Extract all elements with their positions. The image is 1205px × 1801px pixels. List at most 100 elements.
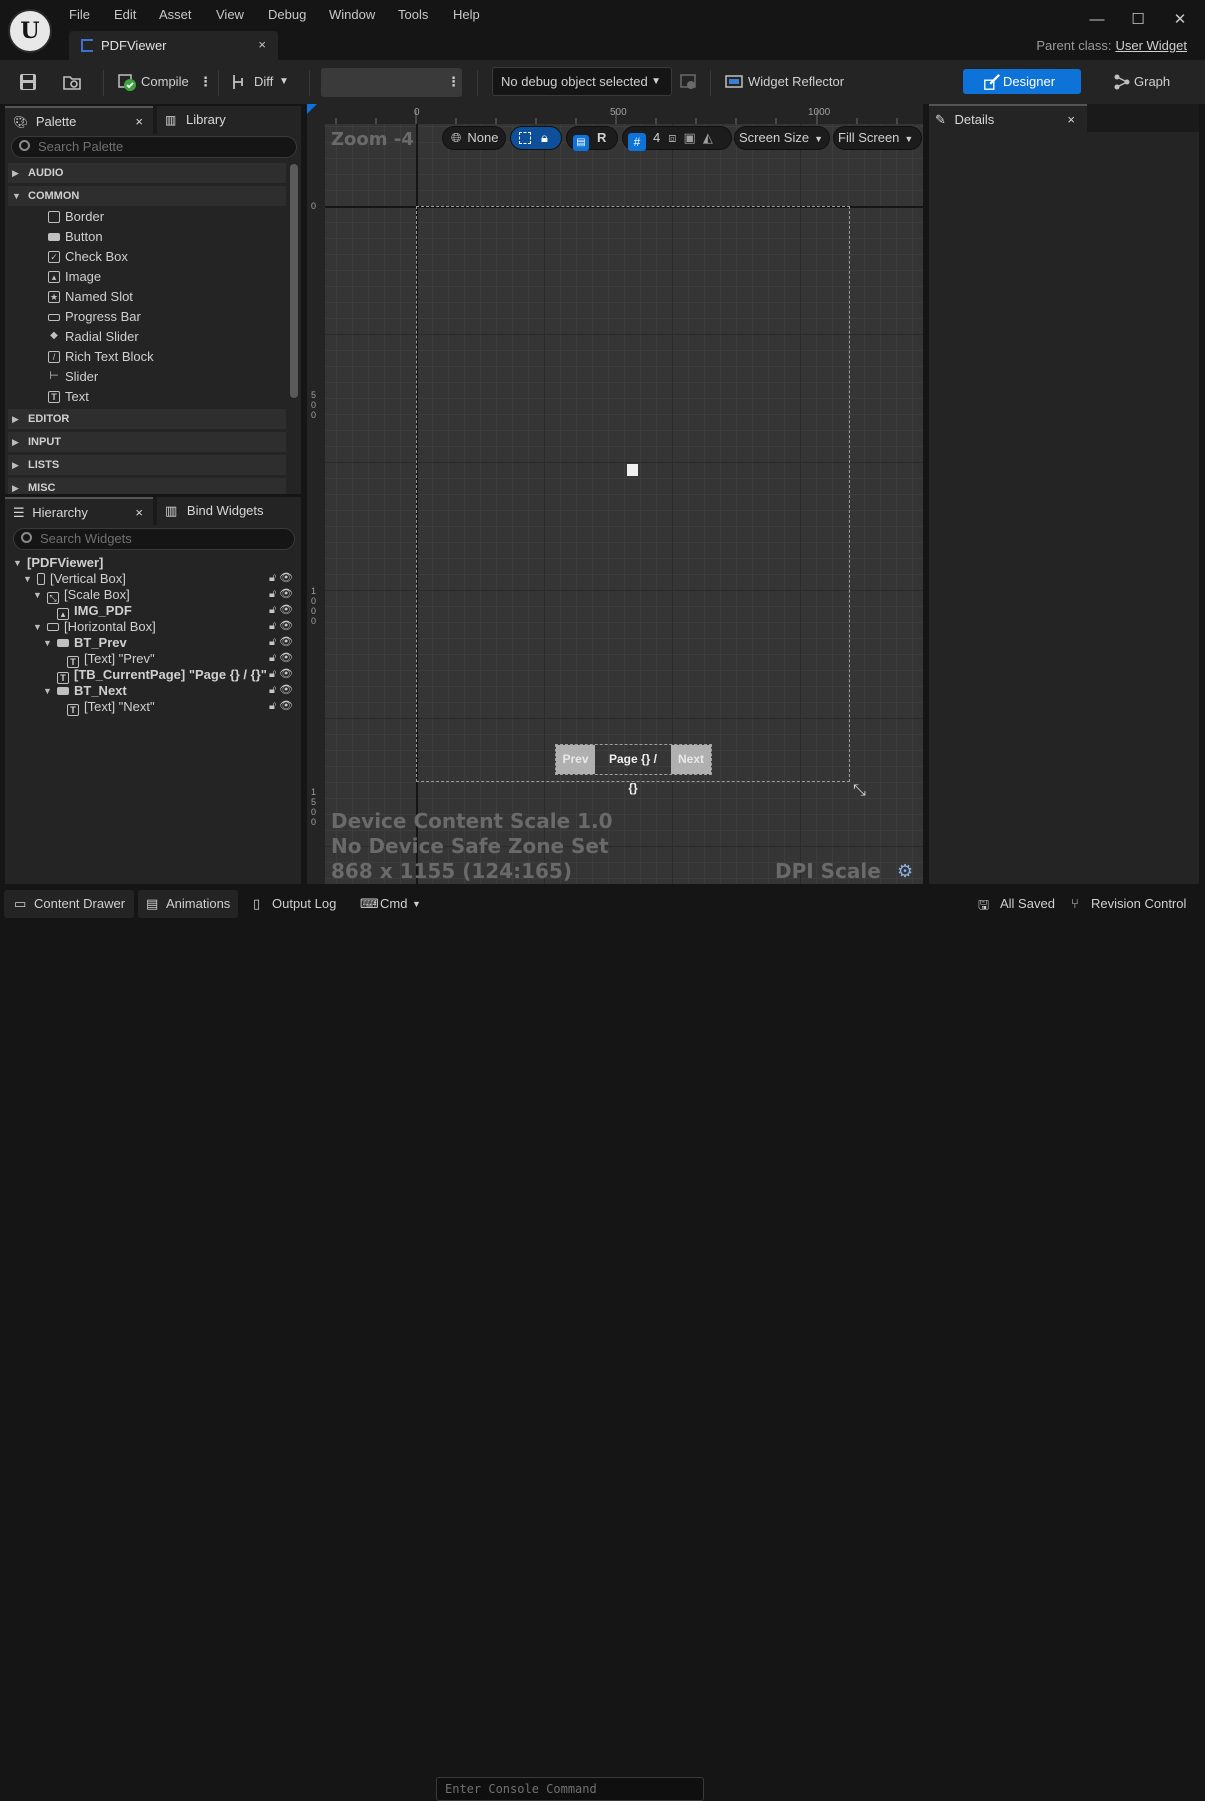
hierarchy-item-vertical-box[interactable]: [Vertical Box]: [37, 571, 126, 587]
hierarchy-item-pdfviewer[interactable]: [PDFViewer]: [27, 555, 103, 571]
palette-search-input[interactable]: Search Palette: [11, 136, 297, 158]
designer-button[interactable]: Designer: [963, 69, 1081, 94]
compile-button[interactable]: Compile: [141, 74, 189, 89]
menu-file[interactable]: File: [69, 7, 90, 22]
content-drawer-button[interactable]: Content Drawer: [34, 896, 125, 911]
palette-item-rich-text-block[interactable]: / Rich Text Block: [48, 347, 154, 367]
unreal-logo-icon[interactable]: U: [8, 9, 52, 53]
chevron-down-icon[interactable]: ▼: [33, 622, 42, 632]
diff-button[interactable]: Diff: [254, 74, 273, 89]
compile-options-icon[interactable]: ⋮: [199, 74, 212, 90]
menu-tools[interactable]: Tools: [398, 7, 428, 22]
lock-visibility-icons[interactable]: 🔓︎ 👁︎: [269, 699, 293, 713]
palette-item-border[interactable]: Border: [48, 207, 104, 227]
tb-currentpage-preview[interactable]: Page {} / {}: [603, 745, 663, 795]
lock-visibility-icons[interactable]: 🔓︎ 👁︎: [269, 587, 293, 601]
fill-screen-dropdown[interactable]: Fill Screen ▼: [833, 126, 922, 150]
palette-item-text[interactable]: T Text: [48, 387, 89, 407]
category-lists[interactable]: ▶ LISTS: [8, 455, 286, 475]
menu-window[interactable]: Window: [329, 7, 375, 22]
flip-icon[interactable]: ◭: [703, 130, 713, 145]
bt-next-preview[interactable]: Next: [671, 745, 711, 774]
menu-asset[interactable]: Asset: [159, 7, 192, 22]
tab-bind-widgets[interactable]: ▥ Bind Widgets: [157, 497, 301, 525]
browse-asset-icon[interactable]: [62, 72, 82, 92]
palette-item-check-box[interactable]: ✓ Check Box: [48, 247, 128, 267]
debug-filter-icon[interactable]: [678, 72, 698, 92]
hierarchy-item-bt-next[interactable]: BT_Next: [57, 683, 127, 699]
close-tab-icon[interactable]: ×: [258, 37, 266, 52]
close-panel-icon[interactable]: ×: [135, 499, 143, 527]
chevron-down-icon[interactable]: ▼: [43, 638, 52, 648]
minimize-icon[interactable]: —: [1087, 10, 1107, 30]
parent-class-link[interactable]: User Widget: [1115, 38, 1187, 53]
chevron-down-icon[interactable]: ▼: [43, 686, 52, 696]
menu-debug[interactable]: Debug: [268, 7, 306, 22]
hierarchy-item-img-pdf[interactable]: ▴ IMG_PDF: [57, 603, 132, 620]
grid-size-value[interactable]: 4: [653, 130, 660, 145]
maximize-icon[interactable]: ☐: [1128, 10, 1148, 30]
output-log-button[interactable]: Output Log: [272, 896, 336, 911]
hierarchy-item-horizontal-box[interactable]: [Horizontal Box]: [47, 619, 156, 635]
hierarchy-item-scale-box[interactable]: ⤡ [Scale Box]: [47, 587, 130, 604]
tab-hierarchy[interactable]: ☰ Hierarchy ×: [5, 497, 153, 525]
portrait-icon[interactable]: ▣: [684, 130, 696, 145]
respect-locks-controls[interactable]: ▤ R: [566, 126, 618, 151]
designer-viewport[interactable]: 0 500 1000 0 5 0 0 1 0 0 0 1 5 0 0 Prev …: [307, 104, 923, 884]
lock-visibility-icons[interactable]: 🔓︎ 👁︎: [269, 619, 293, 633]
save-icon[interactable]: [18, 72, 38, 92]
widget-bounds[interactable]: [416, 206, 850, 782]
lock-visibility-icons[interactable]: 🔓︎ 👁︎: [269, 571, 293, 585]
chevron-down-icon[interactable]: ▼: [23, 574, 32, 584]
chevron-down-icon[interactable]: ▼: [412, 899, 421, 909]
hierarchy-item-text-prev[interactable]: T [Text] "Prev": [67, 651, 155, 668]
close-window-icon[interactable]: ✕: [1170, 10, 1190, 30]
revision-control-button[interactable]: Revision Control: [1091, 896, 1186, 911]
bt-prev-preview[interactable]: Prev: [556, 745, 595, 774]
lock-visibility-icons[interactable]: 🔓︎ 👁︎: [269, 651, 293, 665]
widget-reflector-button[interactable]: Widget Reflector: [748, 74, 844, 89]
lock-visibility-icons[interactable]: 🔓︎ 👁︎: [269, 603, 293, 617]
tab-details[interactable]: ✎ Details ×: [929, 104, 1087, 132]
debug-object-select[interactable]: No debug object selected ▼: [492, 67, 672, 96]
palette-item-progress-bar[interactable]: Progress Bar: [48, 307, 141, 327]
chevron-down-icon[interactable]: ▼: [279, 76, 289, 87]
all-saved-button[interactable]: All Saved: [1000, 896, 1055, 911]
compile-status-icon[interactable]: [117, 72, 137, 92]
menu-help[interactable]: Help: [453, 7, 480, 22]
menu-edit[interactable]: Edit: [114, 7, 136, 22]
palette-item-named-slot[interactable]: ★ Named Slot: [48, 287, 133, 307]
palette-item-slider[interactable]: ⊢ Slider: [48, 367, 98, 387]
menu-view[interactable]: View: [216, 7, 244, 22]
close-panel-icon[interactable]: ×: [135, 108, 143, 136]
animations-button[interactable]: Animations: [166, 896, 230, 911]
palette-item-radial-slider[interactable]: ◆ Radial Slider: [48, 327, 139, 347]
widget-reflector-icon[interactable]: [724, 72, 744, 92]
play-options-icon[interactable]: ⋮: [447, 74, 460, 90]
resize-handle-icon[interactable]: ⤡: [853, 782, 866, 800]
r-toggle[interactable]: R: [597, 130, 606, 145]
graph-icon[interactable]: [1112, 72, 1132, 92]
hierarchy-item-text-next[interactable]: T [Text] "Next": [67, 699, 155, 716]
chevron-down-icon[interactable]: ▼: [13, 558, 22, 568]
tab-palette[interactable]: 🎨︎ Palette ×: [5, 106, 153, 134]
cmd-dropdown[interactable]: Cmd: [380, 896, 407, 911]
img-pdf-preview[interactable]: [627, 464, 638, 476]
document-tab-pdfviewer[interactable]: PDFViewer ×: [69, 31, 278, 60]
grid-snap-controls[interactable]: #4 ⧈ ▣ ◭: [622, 126, 732, 151]
design-canvas[interactable]: Prev Page {} / {} Next ⤡: [325, 124, 923, 884]
category-editor[interactable]: ▶ EDITOR: [8, 409, 286, 429]
tab-library[interactable]: ▥ Library: [157, 106, 301, 134]
palette-scrollbar[interactable]: [290, 164, 298, 398]
category-common[interactable]: ▼ COMMON: [8, 186, 286, 206]
selection-lock-controls[interactable]: 🔒︎: [510, 126, 562, 150]
hierarchy-item-bt-prev[interactable]: BT_Prev: [57, 635, 127, 651]
screen-size-dropdown[interactable]: Screen Size ▼: [734, 126, 830, 150]
category-audio[interactable]: ▶ AUDIO: [8, 163, 286, 183]
hierarchy-item-tb-currentpage[interactable]: T [TB_CurrentPage] "Page {} / {}": [57, 667, 267, 684]
lock-visibility-icons[interactable]: 🔓︎ 👁︎: [269, 683, 293, 697]
category-misc[interactable]: ▶ MISC: [8, 478, 286, 494]
lock-visibility-icons[interactable]: 🔓︎ 👁︎: [269, 667, 293, 681]
lock-visibility-icons[interactable]: 🔓︎ 👁︎: [269, 635, 293, 649]
hierarchy-search-input[interactable]: Search Widgets: [13, 528, 295, 550]
